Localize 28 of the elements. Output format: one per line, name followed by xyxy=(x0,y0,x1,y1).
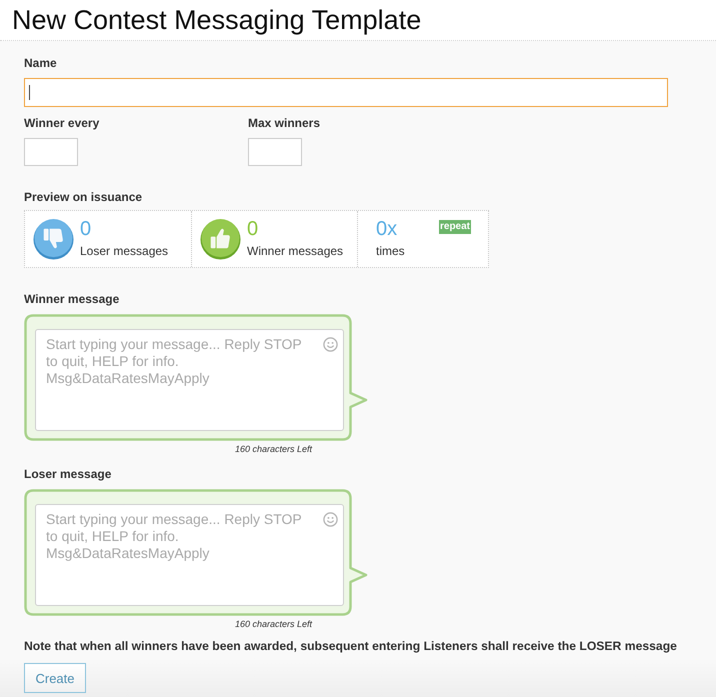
stat-caption: Winner messages xyxy=(247,243,344,260)
field-label: Max winners xyxy=(248,115,320,131)
create-button[interactable]: Create xyxy=(24,663,86,693)
thumbs-down-icon xyxy=(33,218,74,260)
name-input[interactable] xyxy=(24,78,668,107)
stat-count: 0 xyxy=(80,218,92,240)
number-input[interactable] xyxy=(248,138,302,166)
section-label: Preview on issuance xyxy=(24,189,142,205)
field-label: Loser message xyxy=(24,466,112,482)
repeat-tag: repeat xyxy=(438,220,471,234)
field-label: Winner message xyxy=(24,291,120,307)
number-input[interactable] xyxy=(24,138,78,166)
text-cursor xyxy=(29,85,30,100)
smiley-icon[interactable] xyxy=(323,512,338,527)
stat-count: 0 xyxy=(247,218,258,240)
stat-caption: Loser messages xyxy=(80,243,168,260)
character-counter: 160 characters Left xyxy=(234,443,312,455)
thumbs-up-icon xyxy=(200,218,241,260)
field-label: Winner every xyxy=(24,115,100,131)
stat-caption: times xyxy=(376,243,405,260)
field-label: Name xyxy=(24,55,57,71)
stat-count: 0x xyxy=(376,218,398,240)
page-title: New Contest Messaging Template xyxy=(12,4,422,36)
smiley-icon[interactable] xyxy=(323,337,338,352)
note-text: Note that when all winners have been awarded, subsequent entering Listeners shall receive the LOSER message xyxy=(24,638,677,654)
message-field[interactable]: Start typing your message... Reply STOP to quit, HELP for info. Msg&DataRatesMayApply xyxy=(35,329,344,431)
character-counter: 160 characters Left xyxy=(234,618,312,630)
message-field[interactable]: Start typing your message... Reply STOP to quit, HELP for info. Msg&DataRatesMayApply xyxy=(35,504,344,606)
